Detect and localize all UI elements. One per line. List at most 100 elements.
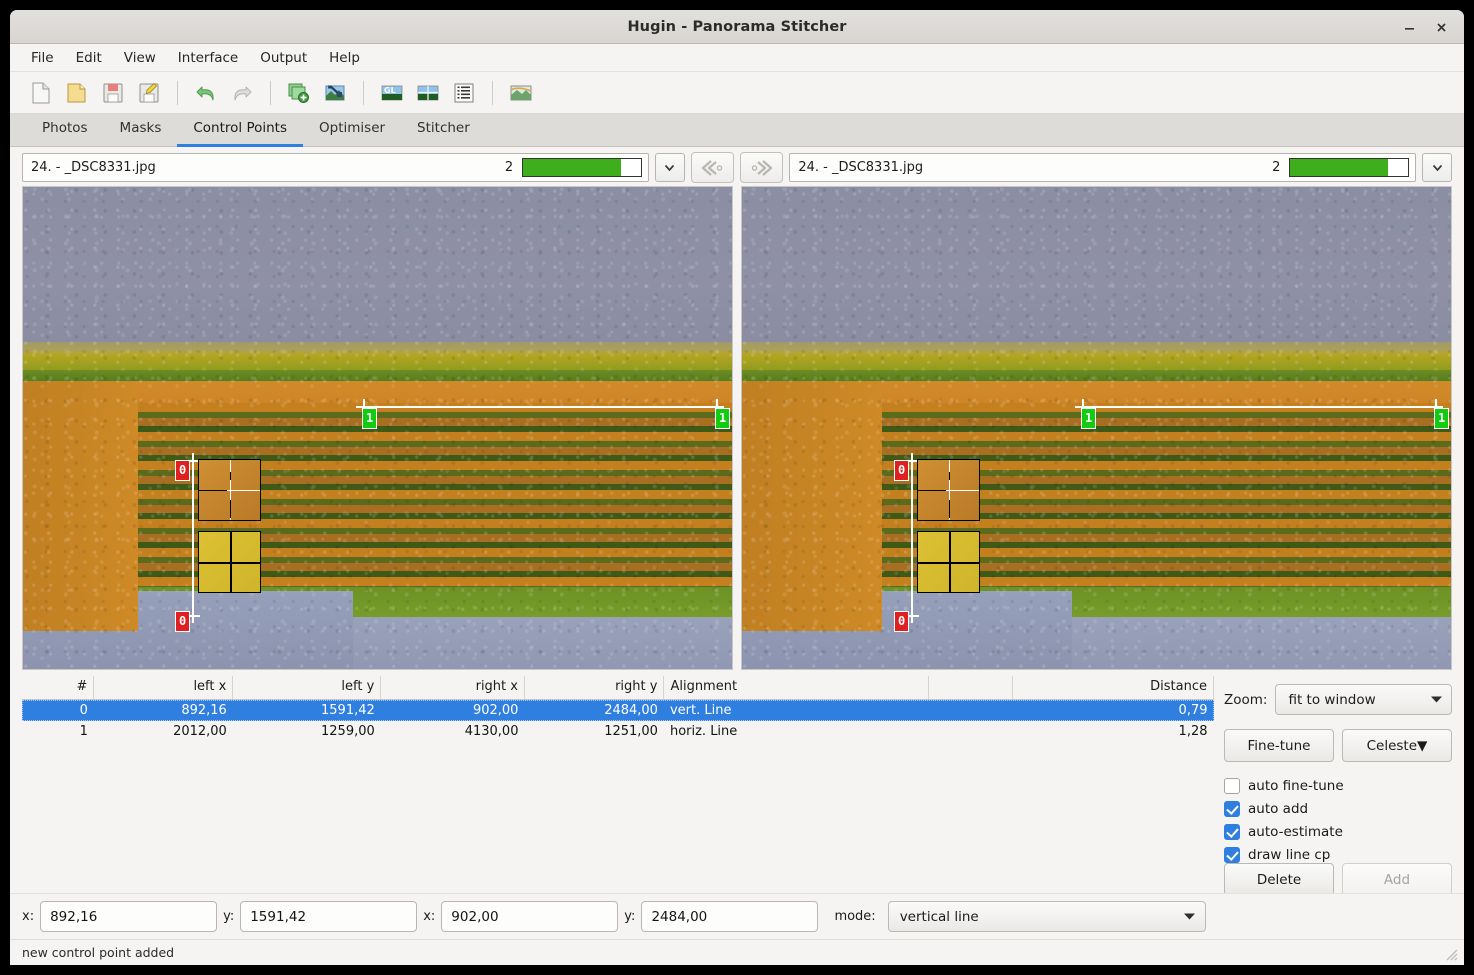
cell-left-x: 2012,00 bbox=[94, 721, 233, 742]
checkbox-box[interactable] bbox=[1224, 778, 1240, 794]
tab-masks[interactable]: Masks bbox=[104, 114, 178, 147]
toolbar-separator-1 bbox=[177, 81, 178, 105]
undo-icon[interactable] bbox=[189, 76, 223, 110]
save-project-icon[interactable] bbox=[96, 76, 130, 110]
menu-help[interactable]: Help bbox=[318, 47, 371, 69]
left-cp-marker-1b[interactable]: 1 bbox=[715, 408, 730, 429]
remove-points-icon[interactable] bbox=[318, 76, 352, 110]
mode-select-value: vertical line bbox=[900, 909, 979, 925]
right-cp-marker-0a[interactable]: 0 bbox=[894, 460, 909, 481]
fine-tune-button[interactable]: Fine-tune bbox=[1224, 729, 1334, 762]
menu-view[interactable]: View bbox=[113, 47, 167, 69]
col-left-x[interactable]: left x bbox=[94, 676, 233, 700]
next-image-button[interactable] bbox=[740, 152, 783, 183]
checkbox-label: draw line cp bbox=[1248, 847, 1330, 863]
left-y-input[interactable]: 1591,42 bbox=[240, 901, 417, 932]
right-image-pane[interactable]: 1 1 0 0 bbox=[741, 186, 1452, 670]
close-icon[interactable] bbox=[1426, 13, 1456, 41]
stitch-icon[interactable] bbox=[504, 76, 538, 110]
cell-alignment: vert. Line bbox=[664, 700, 928, 722]
left-cp1-hline bbox=[358, 406, 716, 408]
left-combo-dropdown-icon[interactable] bbox=[655, 153, 685, 182]
col-right-y[interactable]: right y bbox=[524, 676, 663, 700]
checkbox-auto-fine-tune[interactable]: auto fine-tune bbox=[1224, 778, 1452, 794]
right-cp-marker-1b[interactable]: 1 bbox=[1434, 408, 1449, 429]
preview-icon[interactable] bbox=[411, 76, 445, 110]
delete-button[interactable]: Delete bbox=[1224, 863, 1334, 896]
gl-preview-icon[interactable]: GL bbox=[375, 76, 409, 110]
menu-edit[interactable]: Edit bbox=[65, 47, 113, 69]
left-image-pane[interactable]: 1 1 0 0 bbox=[22, 186, 733, 670]
tab-control-points[interactable]: Control Points bbox=[177, 114, 303, 147]
checkbox-label: auto-estimate bbox=[1248, 824, 1343, 840]
checkbox-box[interactable] bbox=[1224, 847, 1240, 863]
left-cp0-vline bbox=[192, 459, 194, 623]
cell-right-x: 902,00 bbox=[381, 700, 525, 722]
add-button[interactable]: Add bbox=[1342, 863, 1452, 896]
col-right-x[interactable]: right x bbox=[381, 676, 525, 700]
checkbox-auto-add[interactable]: auto add bbox=[1224, 801, 1452, 817]
menu-file[interactable]: File bbox=[20, 47, 65, 69]
checkbox-group: auto fine-tune auto add auto-estimate dr… bbox=[1224, 778, 1452, 863]
celeste-button[interactable]: Celeste▼ bbox=[1342, 729, 1452, 762]
checkbox-auto-estimate[interactable]: auto-estimate bbox=[1224, 824, 1452, 840]
show-control-points-icon[interactable] bbox=[447, 76, 481, 110]
cell-distance: 0,79 bbox=[1013, 700, 1214, 722]
tab-photos[interactable]: Photos bbox=[26, 114, 104, 147]
add-images-icon[interactable] bbox=[282, 76, 316, 110]
col-distance[interactable]: Distance bbox=[1013, 676, 1214, 700]
tab-optimiser[interactable]: Optimiser bbox=[303, 114, 401, 147]
checkbox-box[interactable] bbox=[1224, 801, 1240, 817]
right-y-input[interactable]: 2484,00 bbox=[641, 901, 818, 932]
checkbox-draw-line-cp[interactable]: draw line cp bbox=[1224, 847, 1452, 863]
right-combo-dropdown-icon[interactable] bbox=[1422, 153, 1452, 182]
right-finetune-box-bottom bbox=[917, 531, 980, 593]
previous-image-button[interactable] bbox=[691, 152, 734, 183]
right-cp-marker-0b[interactable]: 0 bbox=[894, 611, 909, 632]
right-cp-marker-1a[interactable]: 1 bbox=[1081, 408, 1096, 429]
toolbar-separator-4 bbox=[492, 81, 493, 105]
right-image-combo[interactable]: 24. - _DSC8331.jpg 2 bbox=[789, 153, 1416, 182]
window-title: Hugin - Panorama Stitcher bbox=[10, 19, 1464, 35]
resize-grip[interactable] bbox=[1442, 945, 1458, 961]
left-cp-marker-0b[interactable]: 0 bbox=[175, 611, 190, 632]
tab-stitcher[interactable]: Stitcher bbox=[401, 114, 486, 147]
mode-select[interactable]: vertical line bbox=[888, 901, 1206, 932]
checkbox-box[interactable] bbox=[1224, 824, 1240, 840]
left-image-progress bbox=[522, 158, 642, 177]
col-index[interactable]: # bbox=[22, 676, 94, 700]
left-cp-marker-1a[interactable]: 1 bbox=[362, 408, 377, 429]
menu-interface[interactable]: Interface bbox=[167, 47, 249, 69]
table-row[interactable]: 1 2012,00 1259,00 4130,00 1251,00 horiz.… bbox=[22, 721, 1214, 742]
chevron-down-icon bbox=[1430, 692, 1443, 708]
menu-output[interactable]: Output bbox=[249, 47, 318, 69]
save-project-as-icon[interactable] bbox=[132, 76, 166, 110]
cell-right-x: 4130,00 bbox=[381, 721, 525, 742]
right-x-input[interactable]: 902,00 bbox=[441, 901, 618, 932]
left-image-combo[interactable]: 24. - _DSC8331.jpg 2 bbox=[22, 153, 649, 182]
open-project-icon[interactable] bbox=[60, 76, 94, 110]
zoom-label: Zoom: bbox=[1224, 692, 1267, 708]
svg-text:GL: GL bbox=[384, 86, 396, 95]
tab-strip: Photos Masks Control Points Optimiser St… bbox=[10, 114, 1464, 147]
col-spacer[interactable] bbox=[928, 676, 1013, 700]
left-y-label: y: bbox=[223, 909, 234, 924]
left-x-input[interactable]: 892,16 bbox=[40, 901, 217, 932]
col-left-y[interactable]: left y bbox=[233, 676, 381, 700]
cell-index: 0 bbox=[22, 700, 94, 722]
table-header-row: # left x left y right x right y Alignmen… bbox=[22, 676, 1214, 700]
zoom-row: Zoom: fit to window bbox=[1224, 684, 1452, 715]
zoom-select[interactable]: fit to window bbox=[1275, 684, 1452, 715]
status-bar: new control point added bbox=[10, 939, 1464, 965]
minimize-icon[interactable] bbox=[1394, 13, 1424, 41]
new-project-icon[interactable] bbox=[24, 76, 58, 110]
right-x-label: x: bbox=[423, 909, 435, 924]
coordinate-bar: x: 892,16 y: 1591,42 x: 902,00 y: 2484,0… bbox=[10, 893, 1464, 939]
left-cp-marker-0a[interactable]: 0 bbox=[175, 460, 190, 481]
table-row[interactable]: 0 892,16 1591,42 902,00 2484,00 vert. Li… bbox=[22, 700, 1214, 722]
window-controls bbox=[1394, 10, 1456, 44]
col-alignment[interactable]: Alignment bbox=[664, 676, 928, 700]
redo-icon[interactable] bbox=[225, 76, 259, 110]
control-points-table[interactable]: # left x left y right x right y Alignmen… bbox=[22, 676, 1214, 742]
toolbar-separator-2 bbox=[270, 81, 271, 105]
